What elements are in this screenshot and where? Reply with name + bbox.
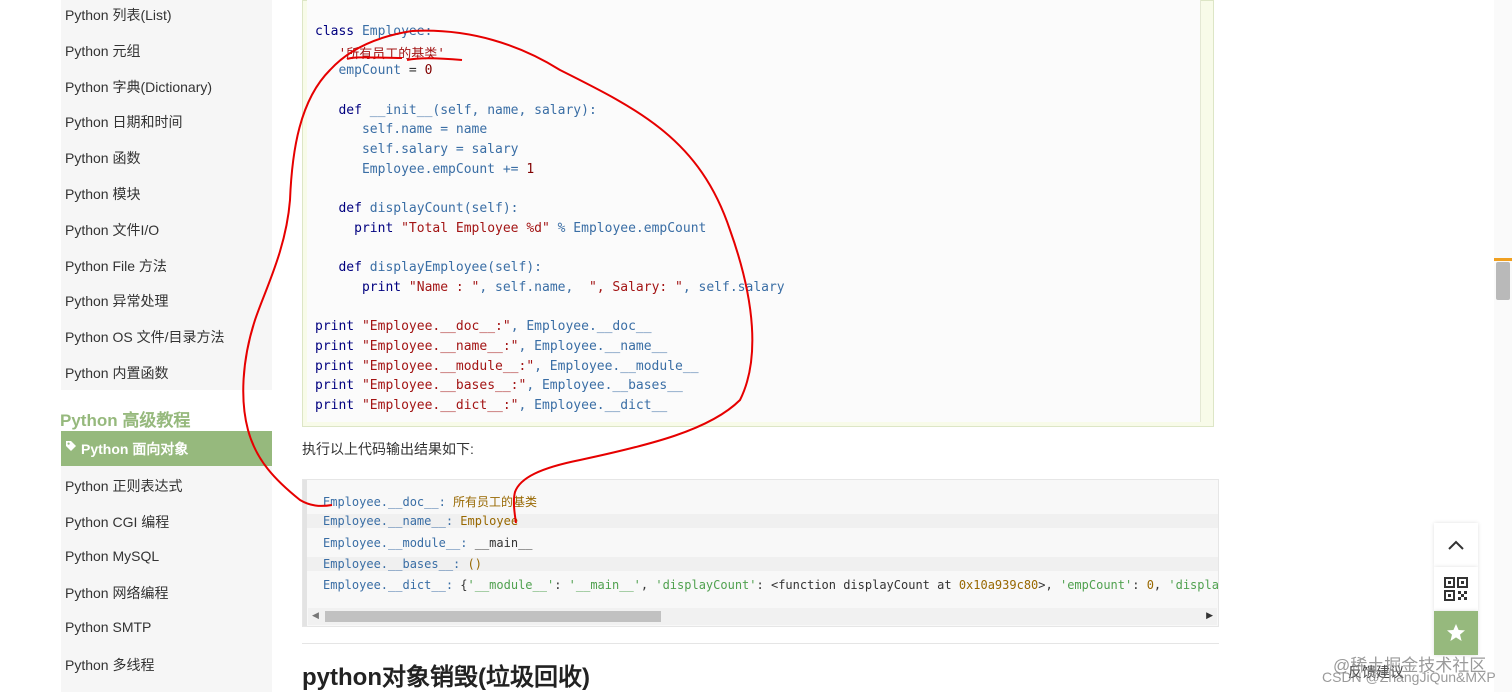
code-line: def displayCount(self): <box>315 201 519 216</box>
sidebar-section-heading: Python 高级教程 <box>60 411 191 430</box>
sidebar-active-label: Python 面向对象 <box>81 441 189 457</box>
output-line: Employee.__doc__: 所有员工的基类 <box>323 495 538 509</box>
sidebar-item-datetime[interactable]: Python 日期和时间 <box>65 112 182 132</box>
code-line: print "Total Employee %d" % Employee.emp… <box>315 221 707 236</box>
code-line: Employee.empCount += 1 <box>315 162 535 177</box>
sidebar-item-os[interactable]: Python OS 文件/目录方法 <box>65 327 224 347</box>
sidebar-item-tuple[interactable]: Python 元组 <box>65 41 140 61</box>
sidebar-item-builtins[interactable]: Python 内置函数 <box>65 363 168 383</box>
code-example-content: class Employee: '所有员工的基类' empCount = 0 d… <box>307 0 1201 422</box>
output-intro-text: 执行以上代码输出结果如下: <box>302 441 474 457</box>
section-divider <box>302 643 1219 644</box>
favorite-button[interactable] <box>1434 611 1478 655</box>
code-line: def displayEmployee(self): <box>315 260 542 275</box>
output-line: Employee.__bases__: () <box>307 557 1218 571</box>
sidebar-item-network[interactable]: Python 网络编程 <box>65 583 168 603</box>
output-line: Employee.__name__: Employee <box>307 514 1218 528</box>
page-scrollbar-marker <box>1494 258 1512 261</box>
output-scrollbar-thumb[interactable] <box>325 611 661 622</box>
output-line: Employee.__dict__: {'__module__': '__mai… <box>323 578 1219 592</box>
code-line: print "Employee.__bases__:", Employee.__… <box>315 378 683 393</box>
code-line: empCount = 0 <box>315 63 433 78</box>
output-horizontal-scrollbar[interactable]: ◀ ▶ <box>308 608 1217 625</box>
code-line: '所有员工的基类' <box>315 47 446 62</box>
sidebar-item-dictionary[interactable]: Python 字典(Dictionary) <box>65 77 212 97</box>
sidebar-item-file-io[interactable]: Python 文件I/O <box>65 220 159 240</box>
output-left-border <box>303 480 307 626</box>
page-scrollbar-thumb[interactable] <box>1496 262 1510 300</box>
qr-code-icon <box>1444 577 1468 601</box>
back-to-top-button[interactable] <box>1434 523 1478 567</box>
tag-icon <box>66 441 76 451</box>
sidebar-item-functions[interactable]: Python 函数 <box>65 148 140 168</box>
sidebar-item-threading[interactable]: Python 多线程 <box>65 655 154 675</box>
code-line: self.name = name <box>315 122 488 137</box>
sidebar-item-mysql[interactable]: Python MySQL <box>65 548 159 564</box>
code-line: class Employee: <box>315 24 433 39</box>
code-line: self.salary = salary <box>315 142 519 157</box>
sidebar-item-smtp[interactable]: Python SMTP <box>65 619 151 635</box>
sidebar-item-file-methods[interactable]: Python File 方法 <box>65 256 167 276</box>
chevron-up-icon <box>1448 540 1464 550</box>
watermark-csdn: CSDN @ZhangJiQun&MXP <box>1322 669 1496 685</box>
code-line: print "Employee.__module__:", Employee._… <box>315 359 699 374</box>
star-icon <box>1447 624 1465 641</box>
sidebar-item-cgi[interactable]: Python CGI 编程 <box>65 512 169 532</box>
code-line: print "Name : ", self.name, ", Salary: "… <box>315 280 785 295</box>
output-line: Employee.__module__: __main__ <box>323 536 533 550</box>
sidebar-item-oop-active[interactable]: Python 面向对象 <box>61 431 272 466</box>
code-line: print "Employee.__doc__:", Employee.__do… <box>315 319 652 334</box>
sidebar-item-exceptions[interactable]: Python 异常处理 <box>65 291 168 311</box>
sidebar-item-list[interactable]: Python 列表(List) <box>65 5 172 25</box>
sidebar-item-modules[interactable]: Python 模块 <box>65 184 140 204</box>
code-line: print "Employee.__name__:", Employee.__n… <box>315 339 668 354</box>
scroll-right-arrow-icon[interactable]: ▶ <box>1206 611 1213 621</box>
output-code-box: Employee.__doc__: 所有员工的基类 Employee.__nam… <box>302 479 1219 627</box>
sidebar-item-regex[interactable]: Python 正则表达式 <box>65 476 182 496</box>
section-heading: python对象销毁(垃圾回收) <box>302 664 590 691</box>
code-line: def __init__(self, name, salary): <box>315 103 597 118</box>
sidebar-nav: Python 列表(List) Python 元组 Python 字典(Dict… <box>61 0 272 692</box>
scroll-left-arrow-icon[interactable]: ◀ <box>312 611 319 621</box>
qr-code-button[interactable] <box>1434 567 1478 611</box>
page-scrollbar-track[interactable] <box>1494 0 1512 692</box>
code-line: print "Employee.__dict__:", Employee.__d… <box>315 398 668 413</box>
